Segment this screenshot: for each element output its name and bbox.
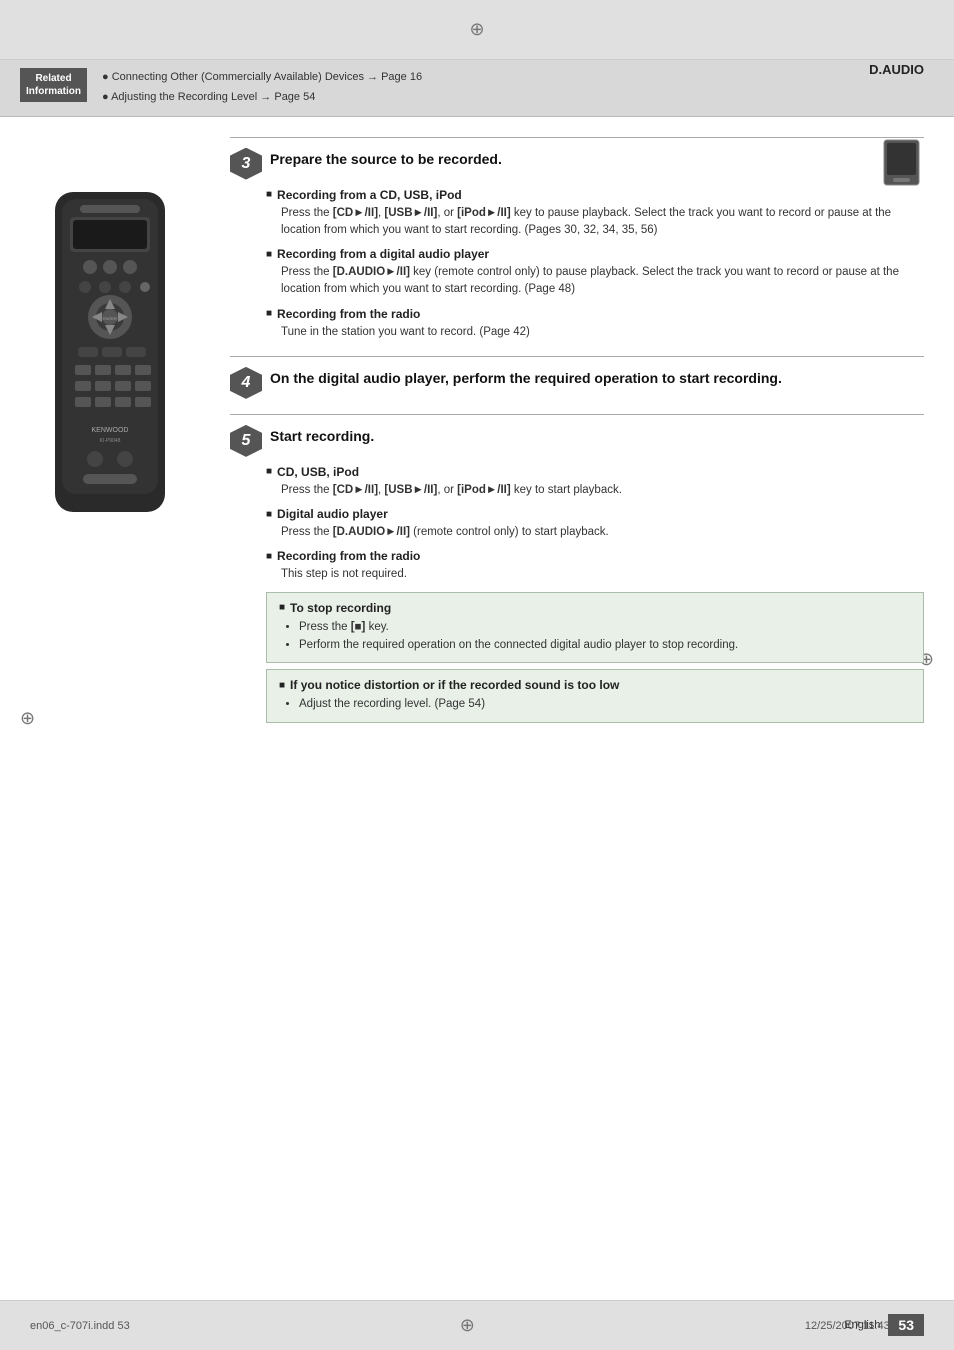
device-icon-area [879,138,924,196]
stop-item-2: Perform the required operation on the co… [299,636,911,654]
distortion-title: If you notice distortion or if the recor… [279,678,911,692]
stop-recording-title: To stop recording [279,601,911,615]
file-info: en06_c-707i.indd 53 [30,1320,130,1332]
page-number-area: English 53 [844,1314,924,1336]
sub-title-digital: Recording from a digital audio player [266,247,924,261]
step-3-number: 3 [230,148,262,180]
step-4-number: 4 [230,367,262,399]
svg-text:KENWOOD: KENWOOD [92,427,129,434]
svg-text:KI-P9048: KI-P9048 [100,438,121,444]
sub-title-cd-usb: Recording from a CD, USB, iPod [266,188,924,202]
sub-section-cd-usb: Recording from a CD, USB, iPod Press the… [266,188,924,240]
step-3-block: 3 Prepare the source to be recorded. Rec… [230,137,924,341]
sub-section-5-cd: CD, USB, iPod Press the [CD►/II], [USB►/… [266,465,924,499]
distortion-box: If you notice distortion or if the recor… [266,669,924,722]
step-3-title: Prepare the source to be recorded. [270,148,502,167]
sub-title-radio: Recording from the radio [266,307,924,321]
sub-text-cd-usb: Press the [CD►/II], [USB►/II], or [iPod►… [266,205,924,240]
distortion-item-1: Adjust the recording level. (Page 54) [299,695,911,713]
device-icon [879,138,924,193]
distortion-list: Adjust the recording level. (Page 54) [279,695,911,713]
step-5-number: 5 [230,425,262,457]
sub-text-5-digital: Press the [D.AUDIO►/II] (remote control … [266,524,924,541]
sub-text-5-radio: This step is not required. [266,566,924,583]
step-5-block: 5 Start recording. CD, USB, iPod Press t… [230,414,924,723]
step-3-header: 3 Prepare the source to be recorded. [230,148,924,180]
stop-recording-list: Press the [■] key. Perform the required … [279,618,911,655]
sub-section-5-radio: Recording from the radio This step is no… [266,549,924,583]
step-4-block: 4 On the digital audio player, perform t… [230,356,924,399]
step-5-title: Start recording. [270,425,374,444]
main-content: ⊕ ⊕ [0,117,954,1300]
sub-title-5-cd: CD, USB, iPod [266,465,924,479]
bottom-bar: en06_c-707i.indd 53 ⊕ 12/25/2007 11:43:1… [0,1300,954,1350]
sub-text-digital: Press the [D.AUDIO►/II] key (remote cont… [266,264,924,299]
right-panel: 3 Prepare the source to be recorded. Rec… [220,127,954,1290]
svg-text:ENTER: ENTER [103,316,117,321]
related-link-2: ● Adjusting the Recording Level → Page 5… [102,88,422,108]
step-3-content: Recording from a CD, USB, iPod Press the… [230,188,924,341]
remote-control-image: ENTER KENWOOD KI-P9048 [40,187,180,527]
related-info-bar: Related Information ● Connecting Other (… [0,60,954,117]
stop-item-1: Press the [■] key. [299,618,911,636]
sub-text-5-cd: Press the [CD►/II], [USB►/II], or [iPod►… [266,482,924,499]
sub-section-digital: Recording from a digital audio player Pr… [266,247,924,299]
sub-title-5-digital: Digital audio player [266,507,924,521]
sub-section-radio: Recording from the radio Tune in the sta… [266,307,924,341]
step-4-header: 4 On the digital audio player, perform t… [230,367,924,399]
daudio-title: D.AUDIO [869,60,924,79]
stop-recording-box: To stop recording Press the [■] key. Per… [266,592,924,664]
step-5-header: 5 Start recording. [230,425,924,457]
related-label: Related Information [20,68,87,102]
related-links: ● Connecting Other (Commercially Availab… [102,68,422,108]
sub-section-5-digital: Digital audio player Press the [D.AUDIO►… [266,507,924,541]
top-bar: ⊕ [0,0,954,60]
page: ⊕ Related Information ● Connecting Other… [0,0,954,1350]
page-number: 53 [888,1314,924,1336]
language-label: English [844,1319,880,1331]
top-compass-icon: ⊕ [469,19,484,40]
sub-title-5-radio: Recording from the radio [266,549,924,563]
sub-text-radio: Tune in the station you want to record. … [266,324,924,341]
step-4-title: On the digital audio player, perform the… [270,367,782,386]
bottom-compass-icon: ⊕ [460,1315,475,1336]
related-link-1: ● Connecting Other (Commercially Availab… [102,68,422,88]
left-panel: ENTER KENWOOD KI-P9048 [0,127,220,1290]
step-5-content: CD, USB, iPod Press the [CD►/II], [USB►/… [230,465,924,723]
